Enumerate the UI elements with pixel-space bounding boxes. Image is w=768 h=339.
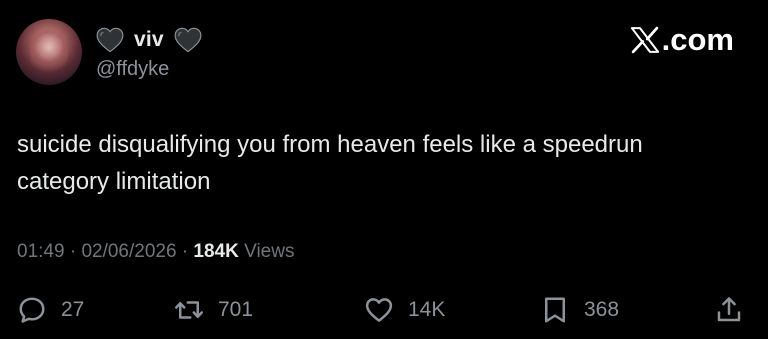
- repost-icon: [175, 301, 203, 319]
- bookmark-button[interactable]: 368: [540, 289, 619, 331]
- reply-count: 27: [61, 298, 85, 321]
- name-row: viv: [96, 23, 202, 57]
- meta-separator: ·: [176, 241, 194, 262]
- action-bar: 27 701 14K 368: [17, 289, 752, 331]
- tweet-time[interactable]: 01:49: [17, 241, 65, 262]
- views-label: Views: [238, 241, 295, 262]
- display-name[interactable]: viv: [134, 28, 164, 52]
- avatar[interactable]: [16, 19, 82, 85]
- views-count: 184K: [193, 241, 239, 262]
- repost-button[interactable]: 701: [174, 289, 253, 331]
- like-button[interactable]: 14K: [364, 289, 445, 331]
- repost-count: 701: [218, 298, 254, 321]
- meta-separator: ·: [64, 241, 82, 262]
- black-heart-icon: [96, 27, 124, 53]
- x-logo-icon: [630, 26, 659, 54]
- black-heart-icon: [174, 27, 202, 53]
- tweet-meta: 01:49 · 02/06/2026 · 184K Views: [17, 241, 294, 263]
- reply-icon: [19, 297, 45, 323]
- tweet-text: suicide disqualifying you from heaven fe…: [17, 131, 643, 195]
- heart-outline-icon: [365, 298, 393, 322]
- bookmark-count: 368: [584, 298, 620, 321]
- like-count: 14K: [408, 298, 446, 321]
- tweet-date[interactable]: 02/06/2026: [81, 241, 176, 262]
- user-handle[interactable]: @ffdyke: [96, 58, 169, 81]
- bookmark-icon: [545, 297, 565, 323]
- share-icon: [717, 297, 741, 322]
- reply-button[interactable]: 27: [17, 289, 84, 331]
- brand-domain: .com: [661, 22, 734, 57]
- x-brand[interactable]: .com: [630, 22, 734, 58]
- share-button[interactable]: [714, 289, 744, 331]
